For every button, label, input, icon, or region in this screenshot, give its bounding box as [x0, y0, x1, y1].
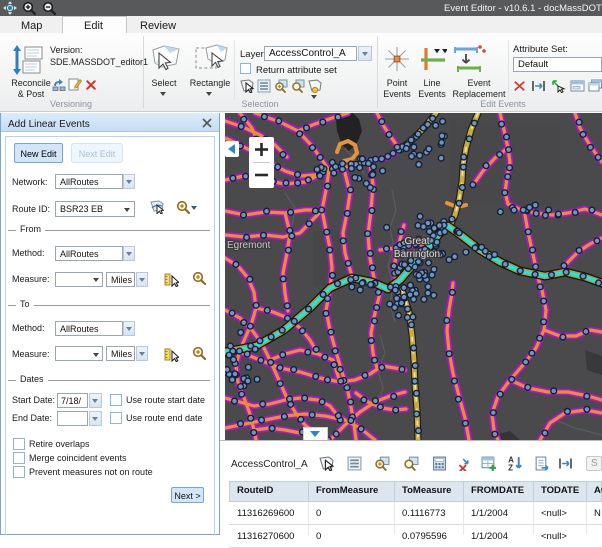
svg-text:Egremont: Egremont	[227, 240, 271, 251]
svg-text:Barrington: Barrington	[394, 249, 440, 260]
svg-text:Z: Z	[508, 463, 513, 471]
svg-text:Great: Great	[404, 236, 429, 247]
